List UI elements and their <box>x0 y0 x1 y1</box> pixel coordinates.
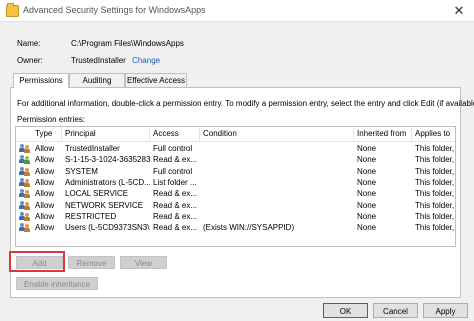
cell-type: Allow <box>35 223 55 233</box>
column-type[interactable]: Type <box>32 127 62 141</box>
cell-type: Allow <box>35 211 55 221</box>
cell-principal: TrustedInstaller <box>65 144 120 153</box>
window-title: Advanced Security Settings for WindowsAp… <box>23 5 206 15</box>
cell-condition <box>200 200 354 211</box>
cell-applies-to: This folder, ... <box>415 189 455 199</box>
cell-inherited-from: None <box>357 189 377 199</box>
cell-applies-to: This folder, ... <box>415 166 455 176</box>
name-label: Name: <box>17 39 41 48</box>
table-row[interactable]: Allow NETWORK SERVICE Read & ex... None This… <box>16 200 455 211</box>
remove-button[interactable]: Remove <box>68 256 115 269</box>
cell-inherited-from: None <box>357 177 377 187</box>
enable-inheritance-button[interactable]: Enable inheritance <box>16 277 98 290</box>
users-icon <box>19 211 30 221</box>
users-icon <box>19 200 30 210</box>
column-principal[interactable]: Principal <box>62 127 150 141</box>
table-row[interactable]: Allow Users (L-5CD9373SN3\... Read & ex...… <box>16 222 455 233</box>
cell-type: Allow <box>35 166 55 176</box>
cell-condition <box>200 166 354 177</box>
users-icon <box>19 177 30 187</box>
cell-inherited-from: None <box>357 200 377 210</box>
permission-entries-label: Permission entries: <box>17 115 86 124</box>
cell-inherited-from: None <box>357 211 377 221</box>
cell-applies-to: This folder, ... <box>415 155 455 165</box>
column-access[interactable]: Access <box>150 127 200 141</box>
cell-type: Allow <box>35 177 55 187</box>
cell-access: Full control <box>153 144 193 153</box>
tab-auditing[interactable]: Auditing <box>69 73 125 87</box>
cell-access: Full control <box>153 166 193 176</box>
cell-type: Allow <box>35 155 55 165</box>
unknown-sid-icon <box>19 155 30 165</box>
name-value: C:\Program Files\WindowsApps <box>71 39 184 48</box>
cell-access: List folder ... <box>153 177 197 187</box>
cell-access: Read & ex... <box>153 200 198 210</box>
info-text: For additional information, double-click… <box>17 99 474 108</box>
cell-principal: Users (L-5CD9373SN3\... <box>65 223 150 233</box>
ok-button[interactable]: OK <box>323 303 368 318</box>
cell-access: Read & ex... <box>153 155 198 165</box>
cell-principal: LOCAL SERVICE <box>65 189 129 199</box>
cell-inherited-from: None <box>357 166 377 176</box>
cell-inherited-from: None <box>357 144 377 153</box>
permission-entries-list[interactable]: Type Principal Access Condition Inherite… <box>15 126 456 247</box>
table-row[interactable]: Allow LOCAL SERVICE Read & ex... None This f… <box>16 188 455 199</box>
folder-icon <box>6 3 19 17</box>
users-icon <box>19 166 30 176</box>
table-row[interactable]: Allow SYSTEM Full control None This folder, … <box>16 166 455 177</box>
owner-label: Owner: <box>17 56 43 65</box>
owner-value-group: TrustedInstaller Change <box>71 56 160 65</box>
cell-type: Allow <box>35 144 55 153</box>
title-bar: Advanced Security Settings for WindowsAp… <box>0 0 474 22</box>
cell-type: Allow <box>35 200 55 210</box>
cell-principal: Administrators (L-5CD... <box>65 177 150 187</box>
cell-principal: SYSTEM <box>65 166 98 176</box>
cell-applies-to: This folder, ... <box>415 223 455 233</box>
table-row[interactable]: Allow Administrators (L-5CD... List folder… <box>16 177 455 188</box>
cancel-button[interactable]: Cancel <box>373 303 418 318</box>
cell-condition <box>200 154 354 165</box>
table-row[interactable]: Allow RESTRICTED Read & ex... None This fold… <box>16 211 455 222</box>
list-header: Type Principal Access Condition Inherite… <box>16 127 455 142</box>
column-applies-to[interactable]: Applies to <box>412 127 455 141</box>
cell-principal: RESTRICTED <box>65 211 117 221</box>
apply-button[interactable]: Apply <box>423 303 468 318</box>
table-row[interactable]: Allow S-1-15-3-1024-3635283... Read & ex..… <box>16 154 455 165</box>
column-condition[interactable]: Condition <box>200 127 354 141</box>
cell-inherited-from: None <box>357 223 377 233</box>
cell-access: Read & ex... <box>153 211 198 221</box>
cell-applies-to: This folder, ... <box>415 177 455 187</box>
users-icon <box>19 223 30 233</box>
cell-access: Read & ex... <box>153 223 198 233</box>
cell-applies-to: This folder, ... <box>415 211 455 221</box>
cell-condition <box>200 177 354 188</box>
tab-effective-access[interactable]: Effective Access <box>125 73 187 87</box>
cell-access: Read & ex... <box>153 189 198 199</box>
cell-applies-to: This folder, ... <box>415 200 455 210</box>
users-icon <box>19 144 30 153</box>
cell-condition <box>200 211 354 222</box>
close-button[interactable]: ✕ <box>448 2 470 19</box>
add-button-highlight <box>9 251 65 272</box>
cell-condition: (Exists WIN://SYSAPPID) <box>203 223 295 233</box>
users-icon <box>19 189 30 199</box>
view-button[interactable]: View <box>120 256 167 269</box>
cell-principal: S-1-15-3-1024-3635283... <box>65 155 150 165</box>
tab-permissions[interactable]: Permissions <box>13 73 69 88</box>
cell-inherited-from: None <box>357 155 377 165</box>
cell-principal: NETWORK SERVICE <box>65 200 144 210</box>
owner-value: TrustedInstaller <box>71 56 126 65</box>
cell-condition <box>200 188 354 199</box>
permissions-panel: For additional information, double-click… <box>10 87 474 298</box>
change-owner-link[interactable]: Change <box>132 56 160 65</box>
column-inherited-from[interactable]: Inherited from <box>354 127 412 141</box>
cell-type: Allow <box>35 189 55 199</box>
cell-condition <box>200 143 354 154</box>
table-row[interactable]: Allow TrustedInstaller Full control None Thi… <box>16 143 455 154</box>
cell-applies-to: This folder, ... <box>415 144 455 153</box>
